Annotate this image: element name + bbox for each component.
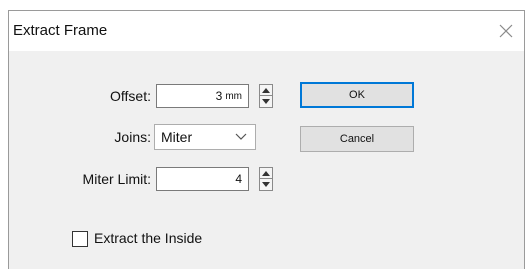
offset-stepper[interactable] (259, 84, 273, 108)
miter-limit-stepper[interactable] (259, 167, 273, 191)
caret-down-icon (262, 99, 270, 104)
offset-unit: mm (225, 90, 242, 102)
offset-increment-button[interactable] (260, 85, 272, 96)
title-bar: Extract Frame (9, 11, 524, 51)
offset-value: 3 (215, 89, 223, 103)
extract-inside-checkbox[interactable] (72, 231, 88, 247)
caret-up-icon (262, 170, 270, 176)
caret-up-icon (262, 87, 270, 93)
extract-inside-label[interactable]: Extract the Inside (94, 230, 202, 246)
miter-limit-input[interactable]: 4 (156, 167, 249, 191)
cancel-button[interactable]: Cancel (300, 126, 414, 152)
miter-limit-increment-button[interactable] (260, 168, 272, 179)
joins-label: Joins: (114, 129, 151, 145)
offset-label: Offset: (110, 88, 151, 104)
joins-selected-value: Miter (161, 129, 193, 145)
dialog-title: Extract Frame (13, 22, 108, 39)
extract-frame-dialog: Extract Frame Offset: 3 mm Joins: Miter … (8, 10, 525, 269)
miter-limit-label: Miter Limit: (82, 171, 151, 187)
joins-select[interactable]: Miter (154, 124, 256, 150)
miter-limit-decrement-button[interactable] (260, 179, 272, 190)
miter-limit-value: 4 (235, 172, 242, 186)
offset-input[interactable]: 3 mm (156, 84, 249, 108)
chevron-down-icon (235, 133, 247, 140)
ok-button[interactable]: OK (300, 82, 414, 108)
offset-decrement-button[interactable] (260, 96, 272, 107)
close-button[interactable] (492, 17, 520, 45)
caret-down-icon (262, 182, 270, 187)
close-icon (499, 24, 513, 38)
